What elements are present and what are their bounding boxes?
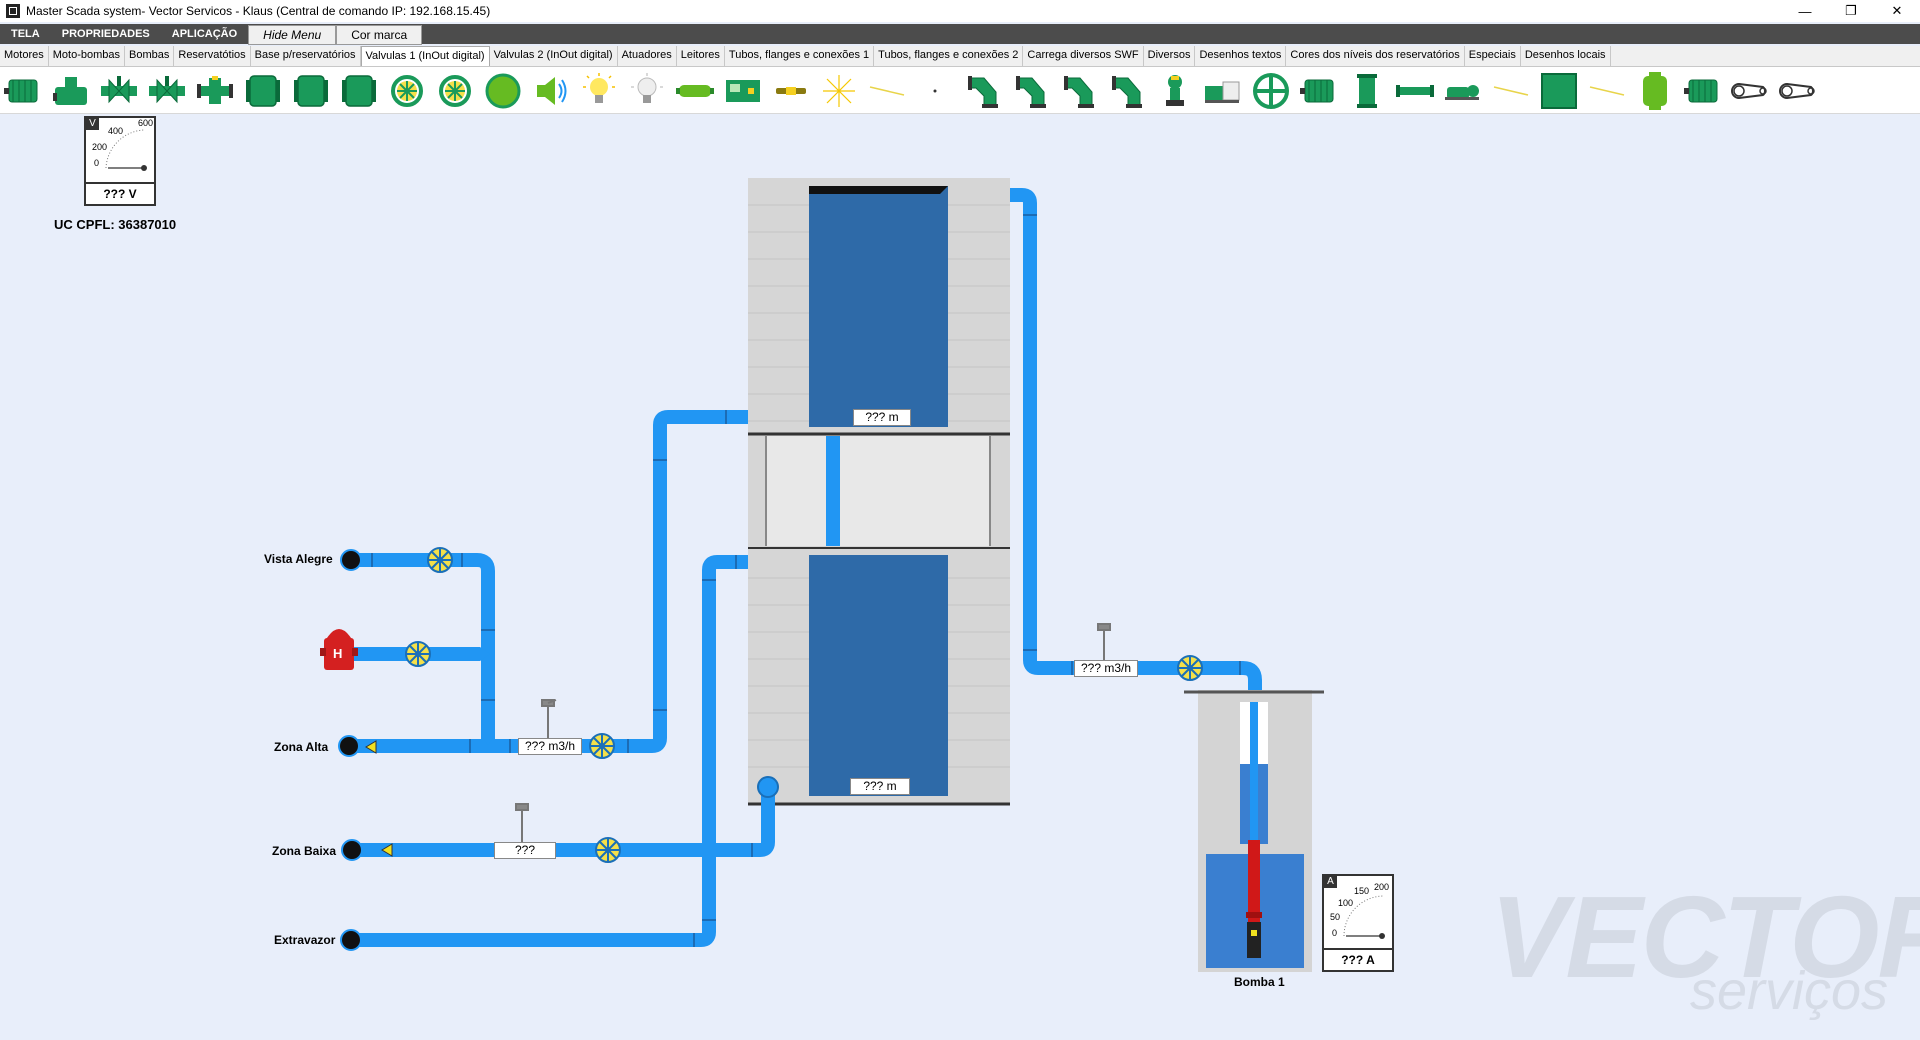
submersible-pump-icon[interactable]	[1246, 840, 1262, 958]
vista-alegre-label: Vista Alegre	[264, 552, 333, 566]
zona-baixa-valve-icon[interactable]	[594, 836, 622, 867]
lower-reservoir-water	[809, 555, 948, 796]
lower-level-readout: ??? m	[850, 778, 910, 795]
zona-alta-valve-icon[interactable]	[588, 732, 616, 763]
upper-level-readout: ??? m	[853, 409, 911, 426]
riser-pipe	[826, 436, 840, 546]
zona-baixa-endpoint	[341, 839, 363, 861]
upper-reservoir-water	[809, 186, 948, 427]
zona-baixa-label: Zona Baixa	[272, 844, 337, 858]
vista-alegre-endpoint	[340, 549, 362, 571]
vista-alegre-valve-icon[interactable]	[426, 546, 454, 577]
zona-alta-endpoint	[338, 735, 360, 757]
zona-alta-label: Zona Alta	[274, 740, 329, 754]
hydrant-valve-icon[interactable]	[404, 640, 432, 671]
hydrant-letter: H	[333, 646, 343, 661]
tower-middle-section	[766, 436, 990, 546]
servicos-watermark: serviços	[1690, 961, 1889, 1021]
inlet-valve-icon[interactable]	[1176, 654, 1204, 685]
upper-reservoir-lid	[809, 186, 948, 194]
zona-baixa-flow-readout: ???	[494, 842, 556, 859]
ammeter-value: ??? A	[1324, 948, 1392, 970]
inlet-pipe	[1010, 188, 1262, 690]
extravazor-label: Extravazor	[274, 933, 336, 947]
extravazor-endpoint	[340, 929, 362, 951]
pump-label: Bomba 1	[1234, 975, 1285, 989]
inlet-flow-readout: ??? m3/h	[1074, 660, 1138, 677]
zona-alta-pipe	[352, 410, 748, 753]
ammeter[interactable]: A 200 150 100 50 0 ??? A	[1322, 874, 1394, 972]
zona-alta-flow-readout: ??? m3/h	[518, 738, 582, 755]
ammeter-dial	[1343, 895, 1385, 939]
